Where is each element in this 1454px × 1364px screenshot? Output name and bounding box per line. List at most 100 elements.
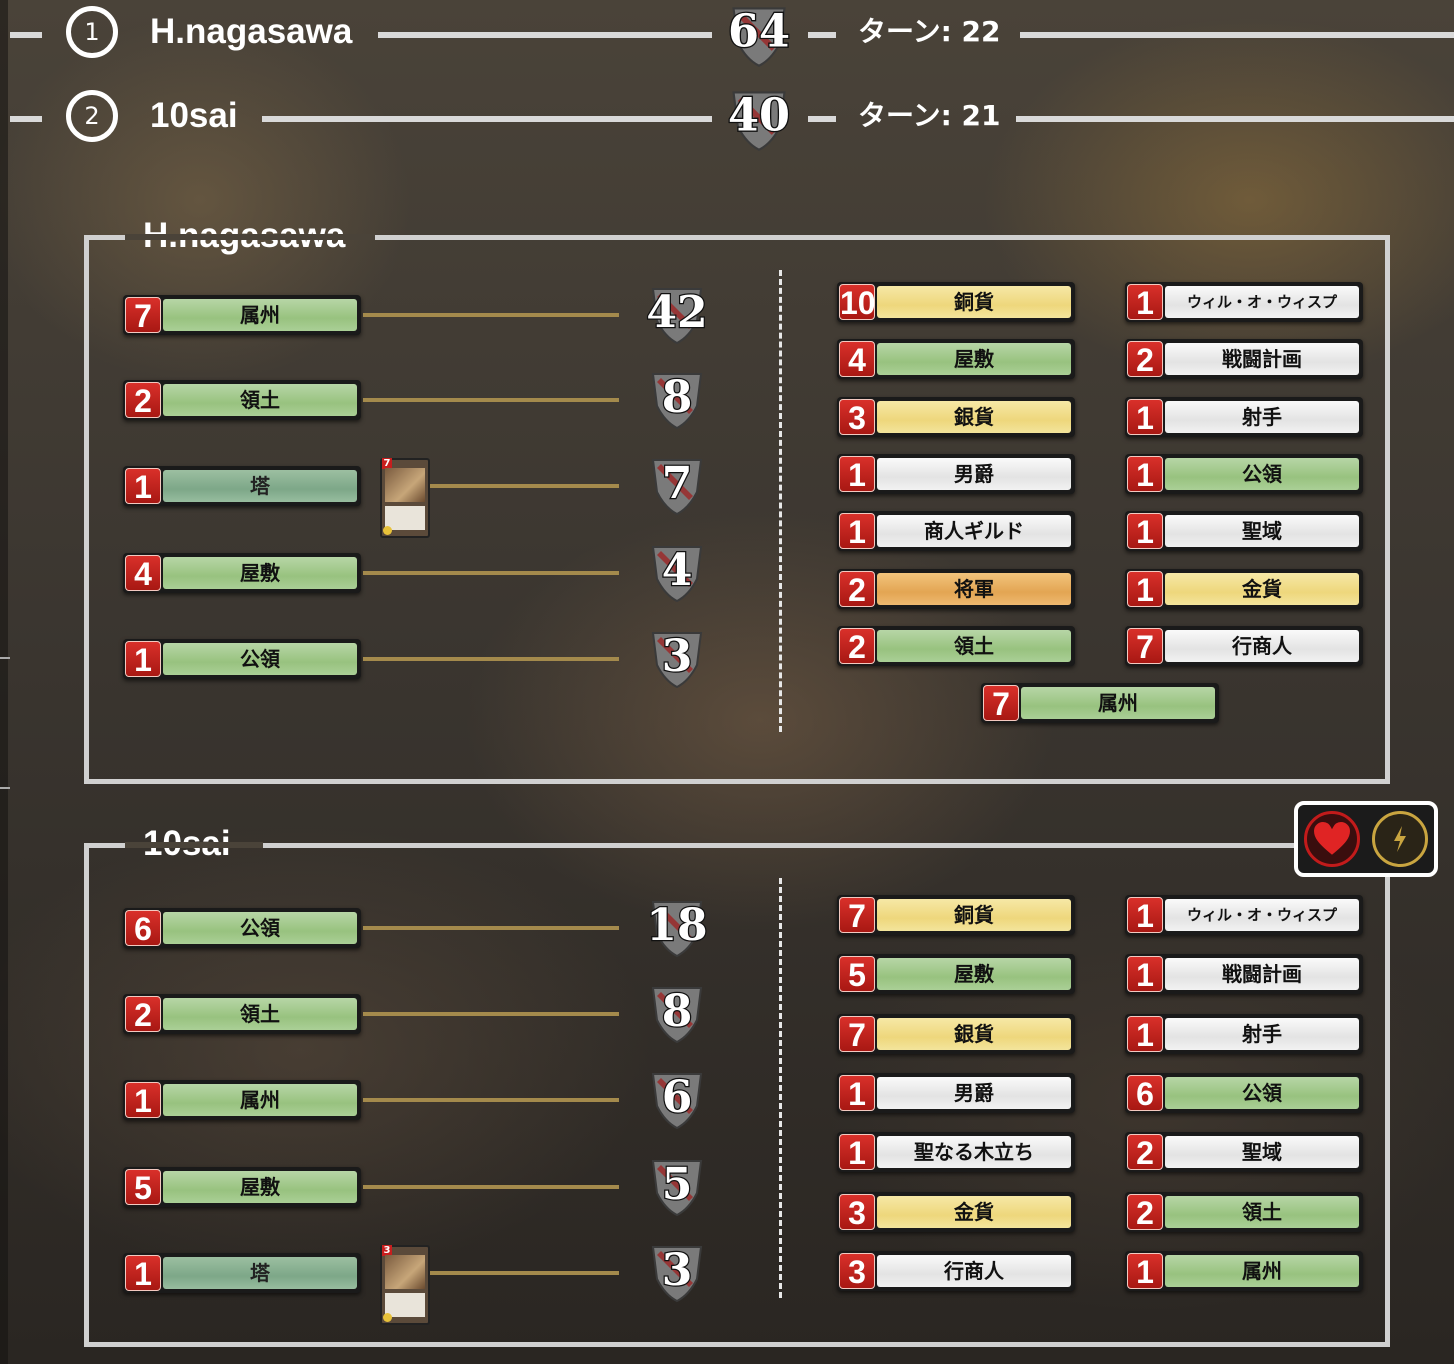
victory-row: 1塔 3 3 xyxy=(123,1244,703,1325)
card-name: 金貨 xyxy=(877,1195,1071,1228)
card-count: 1 xyxy=(125,468,161,505)
card-pill[interactable]: 1 男爵 xyxy=(837,453,1075,494)
connector-line xyxy=(363,571,619,575)
card-pill[interactable]: 3 銀貨 xyxy=(837,396,1075,437)
points-shield: 8 xyxy=(637,366,717,432)
card-pill[interactable]: 6 公領 xyxy=(1125,1072,1363,1113)
connector-line xyxy=(427,484,619,488)
card-pill-frame: 1 商人ギルド xyxy=(837,511,1075,552)
score-rule xyxy=(808,32,836,38)
points-shield: 18 xyxy=(637,894,717,960)
card-count: 7 xyxy=(839,897,875,934)
heart-icon[interactable] xyxy=(1304,811,1360,867)
card-pill[interactable]: 1 聖なる木立ち xyxy=(837,1132,1075,1173)
card-name: 属州 xyxy=(163,1084,357,1116)
card-pill[interactable]: 1 公領 xyxy=(1125,453,1363,494)
lightning-icon[interactable] xyxy=(1372,811,1428,867)
card-pill[interactable]: 1 ウィル・オ・ウィスプ xyxy=(1125,895,1363,935)
card-pill[interactable]: 7 行商人 xyxy=(1125,625,1363,666)
victory-row: 4 屋敷 4 xyxy=(123,544,703,603)
card-count: 2 xyxy=(125,382,161,419)
victory-card-pill[interactable]: 2 領土 xyxy=(123,380,361,420)
victory-card-pill[interactable]: 2 領土 xyxy=(123,994,361,1034)
victory-card-pill[interactable]: 1 公領 xyxy=(123,639,361,679)
card-pill[interactable]: 7 銅貨 xyxy=(837,895,1075,935)
victory-row: 7 属州 42 xyxy=(123,286,709,345)
card-name: 射手 xyxy=(1165,1017,1359,1050)
points-shield-graphic: 42 xyxy=(645,286,709,345)
card-name: 属州 xyxy=(1165,1254,1359,1287)
card-count: 7 xyxy=(125,297,161,334)
card-pill[interactable]: 1 商人ギルド xyxy=(837,511,1075,552)
card-pill-frame: 1 男爵 xyxy=(837,1072,1075,1113)
card-name: 屋敷 xyxy=(877,958,1071,991)
card-name: 聖なる木立ち xyxy=(877,1136,1071,1169)
card-pill[interactable]: 10 銅貨 xyxy=(837,282,1075,322)
card-pill[interactable]: 5 屋敷 xyxy=(837,954,1075,995)
card-pill[interactable]: 3 金貨 xyxy=(837,1191,1075,1232)
card-name: 塔 xyxy=(163,1257,357,1289)
card-pill[interactable]: 1 戦闘計画 xyxy=(1125,954,1363,995)
turn-count: ターン: 21 xyxy=(858,99,1001,132)
card-name: 公領 xyxy=(1165,457,1359,490)
card-text xyxy=(385,506,425,530)
card-name: ウィル・オ・ウィスプ xyxy=(1165,286,1359,318)
card-pill[interactable]: 2 聖域 xyxy=(1125,1132,1363,1173)
points-shield-graphic: 3 xyxy=(651,1244,703,1303)
card-pill[interactable]: 1 金貨 xyxy=(1125,568,1363,609)
card-pill[interactable]: 1 ウィル・オ・ウィスプ xyxy=(1125,282,1363,322)
victory-card-pill[interactable]: 6 公領 xyxy=(123,908,361,948)
victory-points-value: 18 xyxy=(646,900,707,951)
card-pill[interactable]: 7 属州 xyxy=(981,683,1219,724)
connector-line xyxy=(427,1271,619,1275)
victory-card-pill[interactable]: 1 属州 xyxy=(123,1080,361,1120)
card-pill-frame: 7 銀貨 xyxy=(837,1013,1075,1054)
victory-card-pill[interactable]: 1塔 xyxy=(123,466,361,506)
card-pill[interactable]: 1 射手 xyxy=(1125,1013,1363,1054)
turn-count: ターン: 22 xyxy=(858,15,1001,48)
card-count: 5 xyxy=(839,956,875,993)
card-name: 行商人 xyxy=(877,1254,1071,1287)
victory-points-value: 8 xyxy=(662,372,693,423)
victory-card-pill[interactable]: 1塔 xyxy=(123,1253,361,1293)
points-shield-graphic: 8 xyxy=(651,985,703,1044)
card-count: 1 xyxy=(839,1074,875,1112)
card-name: 屋敷 xyxy=(163,1171,357,1203)
card-pill-frame: 2 将軍 xyxy=(837,568,1075,609)
victory-card-pill[interactable]: 4 屋敷 xyxy=(123,553,361,593)
coin-icon xyxy=(383,526,392,535)
victory-card-pill[interactable]: 5 屋敷 xyxy=(123,1167,361,1207)
card-pill-frame: 1 男爵 xyxy=(837,453,1075,494)
score-rule xyxy=(10,32,42,38)
card-pill[interactable]: 7 銀貨 xyxy=(837,1013,1075,1054)
card-thumbnail[interactable]: 7 xyxy=(380,458,430,538)
score-rule xyxy=(808,116,836,122)
card-pill[interactable]: 2 領土 xyxy=(1125,1191,1363,1232)
card-count: 5 xyxy=(125,1169,161,1206)
card-pill-frame: 3 金貨 xyxy=(837,1191,1075,1232)
card-pill[interactable]: 4 屋敷 xyxy=(837,339,1075,380)
card-pill[interactable]: 2 領土 xyxy=(837,625,1075,666)
card-pill[interactable]: 2 将軍 xyxy=(837,568,1075,609)
left-edge xyxy=(0,0,8,1364)
card-pill[interactable]: 1 射手 xyxy=(1125,396,1363,437)
card-thumbnail[interactable]: 3 xyxy=(380,1245,430,1325)
card-pill-frame: 1 金貨 xyxy=(1125,568,1363,609)
card-name: 屋敷 xyxy=(163,557,357,589)
card-pill[interactable]: 3 行商人 xyxy=(837,1250,1075,1291)
card-count: 1 xyxy=(1127,1015,1163,1053)
card-pill-frame: 10 銅貨 xyxy=(837,282,1075,322)
player-summary-panel: 10sai 6 公領 18 2 領土 8 1 属州 6 5 屋敷 5 1 塔 3 3 7 銅貨 5 屋敷 7 銀貨 1 男爵 1 聖… xyxy=(84,824,1390,1347)
heart-icon-glyph xyxy=(1311,819,1353,858)
card-pill[interactable]: 1 属州 xyxy=(1125,1250,1363,1291)
connector-line xyxy=(363,1012,619,1016)
points-shield-graphic: 3 xyxy=(651,630,703,689)
card-pill[interactable]: 1 聖域 xyxy=(1125,511,1363,552)
card-name: 銅貨 xyxy=(877,899,1071,931)
card-pill[interactable]: 2 戦闘計画 xyxy=(1125,339,1363,380)
card-count: 6 xyxy=(1127,1074,1163,1112)
victory-card-pill[interactable]: 7 属州 xyxy=(123,295,361,335)
card-pill-frame: 7 属州 xyxy=(981,683,1219,724)
card-count: 6 xyxy=(125,910,161,947)
card-pill[interactable]: 1 男爵 xyxy=(837,1072,1075,1113)
